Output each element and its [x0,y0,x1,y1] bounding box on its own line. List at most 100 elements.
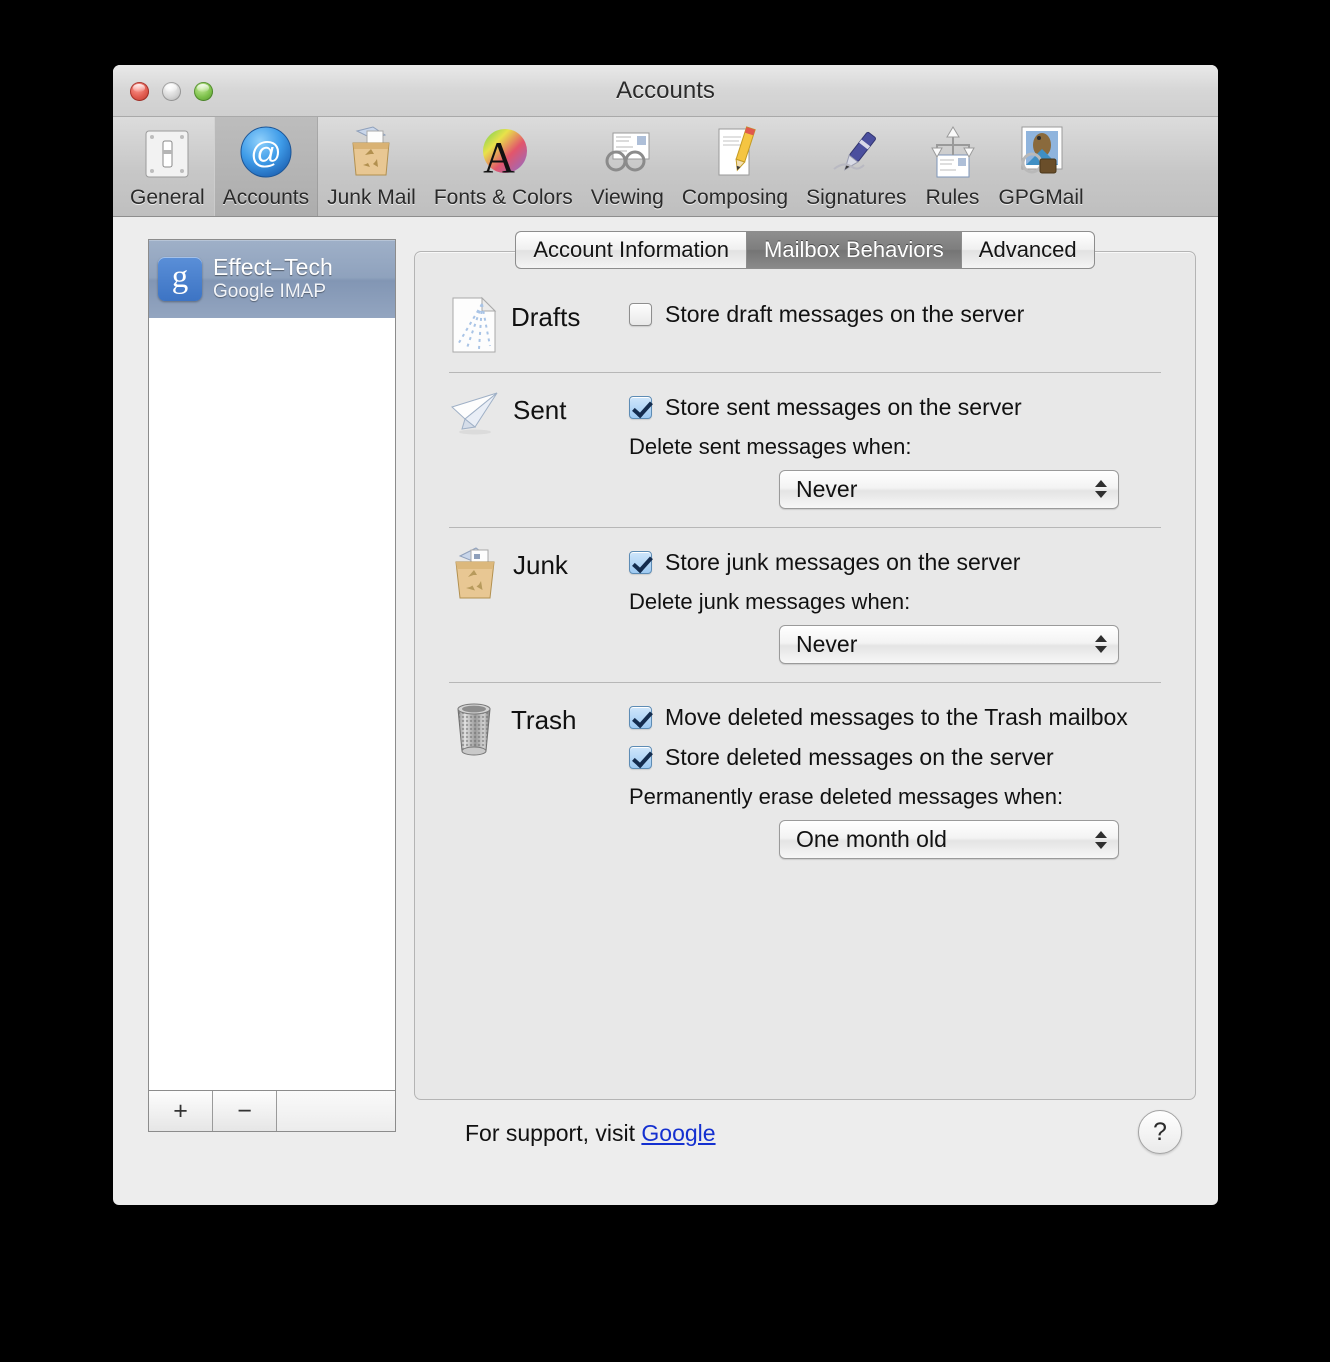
toolbar-item-rules[interactable]: Rules [916,116,990,216]
support-prefix: For support, visit [465,1120,642,1146]
drafts-store-row[interactable]: Store draft messages on the server [629,300,1161,329]
account-name: Effect–Tech [213,254,333,281]
trash-move-row[interactable]: Move deleted messages to the Trash mailb… [629,703,1161,732]
trash-store-label: Store deleted messages on the server [665,744,1054,771]
trash-move-label: Move deleted messages to the Trash mailb… [665,703,1128,730]
trash-erase-value: One month old [796,826,947,852]
sent-delete-label: Delete sent messages when: [629,433,912,459]
toolbar-label-rules: Rules [925,186,980,209]
junk-delete-label: Delete junk messages when: [629,588,911,614]
toolbar-label-accounts: Accounts [222,186,310,209]
tab-account-information[interactable]: Account Information [515,231,747,269]
junk-delete-value: Never [796,630,858,657]
account-kind: Google IMAP [213,281,326,303]
junk-header: Junk [449,542,629,664]
sent-store-checkbox[interactable] [629,396,652,419]
trash-erase-wrap: One month old [629,820,1161,859]
junk-store-label: Store junk messages on the server [665,548,1021,575]
sent-title: Sent [513,395,567,425]
account-list-item[interactable]: g Effect–Tech Google IMAP [149,240,395,318]
toolbar-item-composing[interactable]: Composing [673,116,797,216]
drafts-header: Drafts [449,294,629,354]
junk-bag-icon [449,544,501,602]
junk-delete-wrap: Never [629,624,1161,664]
tab-mailbox-behaviors[interactable]: Mailbox Behaviors [746,231,961,269]
junk-delete-select[interactable]: Never [779,624,1119,664]
tab-advanced[interactable]: Advanced [960,231,1095,269]
drafts-section: Drafts Store draft messages on the serve… [449,280,1161,372]
toolbar-item-viewing[interactable]: Viewing [582,116,673,216]
sent-delete-wrap: Never [629,469,1161,509]
account-tabs: Account Information Mailbox Behaviors Ad… [414,231,1196,269]
toolbar-label-junk-mail: Junk Mail [327,186,416,209]
junk-section: Junk Store junk messages on the server D… [449,526,1161,682]
toolbar-label-fonts-colors: Fonts & Colors [433,186,573,209]
sent-store-label: Store sent messages on the server [665,394,1022,420]
trash-store-checkbox[interactable] [629,746,652,770]
chevron-updown-icon [1095,480,1107,499]
sent-section: Sent Store sent messages on the server D… [449,372,1161,527]
account-text: Effect–Tech Google IMAP [213,254,333,303]
drafts-page-icon [449,296,499,354]
pencil-page-icon [707,125,763,181]
chevron-updown-icon [1095,830,1107,849]
trash-body: Move deleted messages to the Trash mailb… [629,697,1161,859]
sent-store-row[interactable]: Store sent messages on the server [629,393,1161,422]
drafts-store-checkbox[interactable] [629,303,652,326]
support-text: For support, visit Google [465,1120,716,1147]
drafts-body: Store draft messages on the server [629,294,1161,354]
svg-text:A: A [483,133,515,181]
glasses-icon [599,125,655,181]
sent-header: Sent [449,387,629,509]
trash-erase-select[interactable]: One month old [779,820,1119,859]
window-title: Accounts [616,77,715,104]
accounts-list[interactable]: g Effect–Tech Google IMAP [148,239,396,1090]
junk-title: Junk [513,549,568,580]
accounts-preferences-window: Accounts General @ Accounts Junk Mail A … [113,65,1218,1205]
sent-delete-value: Never [796,475,858,502]
preferences-body: g Effect–Tech Google IMAP + − Account In… [113,217,1218,1132]
toolbar-label-general: General [130,186,205,209]
trash-title: Trash [511,704,577,735]
chevron-updown-icon [1095,635,1107,653]
toolbar-label-gpgmail: GPGMail [998,186,1084,209]
toolbar-label-composing: Composing [681,186,789,209]
at-sign-icon: @ [237,125,295,181]
svg-text:@: @ [250,135,281,170]
fonts-colors-icon: A [475,125,531,181]
junk-store-row[interactable]: Store junk messages on the server [629,548,1161,577]
window-titlebar: Accounts [113,65,1218,117]
gpgmail-stamp-icon [1012,125,1070,181]
toolbar-label-viewing: Viewing [590,186,664,209]
account-detail-pane: Account Information Mailbox Behaviors Ad… [414,231,1196,1132]
drafts-title: Drafts [511,302,581,332]
trash-store-row[interactable]: Store deleted messages on the server [629,743,1161,772]
support-link[interactable]: Google [641,1120,715,1146]
trash-header: Trash [449,697,629,860]
help-button[interactable]: ? [1138,1110,1182,1154]
trash-can-icon [449,699,499,759]
rules-arrows-icon [925,125,981,181]
toolbar-label-signatures: Signatures [806,186,907,209]
general-switch-icon [140,125,194,181]
trash-section: Trash Move deleted messages to the Trash… [449,681,1161,878]
toolbar-item-junk-mail[interactable]: Junk Mail [318,116,425,216]
toolbar-item-accounts[interactable]: @ Accounts [213,116,319,216]
trash-move-checkbox[interactable] [629,705,652,729]
window-footer: For support, visit Google ? [113,1100,1218,1205]
accounts-column: g Effect–Tech Google IMAP + − [148,239,396,1132]
junk-store-checkbox[interactable] [629,550,652,574]
toolbar-item-gpgmail[interactable]: GPGMail [990,116,1093,216]
toolbar-item-general[interactable]: General [121,116,214,216]
sent-body: Store sent messages on the server Delete… [629,387,1161,509]
toolbar-item-signatures[interactable]: Signatures [797,116,915,216]
toolbar-item-fonts-colors[interactable]: A Fonts & Colors [425,116,582,216]
google-g-icon: g [158,257,202,301]
drafts-store-label: Store draft messages on the server [665,301,1025,327]
mailbox-behaviors-panel: Drafts Store draft messages on the serve… [414,251,1196,1100]
preferences-toolbar: General @ Accounts Junk Mail A Fonts & C… [113,116,1218,217]
sent-delete-select[interactable]: Never [779,469,1119,509]
trash-erase-label: Permanently erase deleted messages when: [629,784,1064,809]
junk-body: Store junk messages on the server Delete… [629,542,1161,664]
junk-bag-icon [343,125,399,181]
